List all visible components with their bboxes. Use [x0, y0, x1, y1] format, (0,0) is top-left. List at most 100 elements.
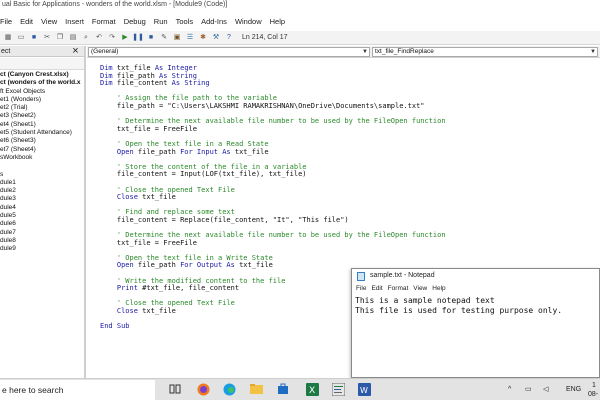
code-token: txt_file — [137, 193, 176, 202]
menu-add-ins[interactable]: Add-Ins — [198, 16, 232, 28]
menu-edit[interactable]: Edit — [17, 16, 38, 28]
chevron-up-icon[interactable]: ^ — [508, 384, 511, 396]
view-excel-icon[interactable]: ▦ — [3, 33, 13, 43]
tree-item[interactable]: dule4 — [0, 204, 84, 212]
notepad-text-area[interactable]: This is a sample notepad text This file i… — [355, 296, 599, 316]
code-line[interactable]: file_content = Replace(file_content, "It… — [100, 215, 446, 225]
notepad-line: This file is used for testing purpose on… — [355, 306, 563, 315]
tree-item[interactable]: s — [0, 171, 84, 179]
reset-icon[interactable]: ■ — [146, 33, 156, 43]
code-line[interactable]: file_path = "C:\Users\LAKSHMI RAMAKRISHN… — [100, 102, 446, 111]
menu-run[interactable]: Run — [151, 16, 173, 28]
menu-window[interactable]: Window — [232, 16, 267, 28]
vba-editor-icon[interactable] — [331, 382, 345, 397]
firefox-icon[interactable] — [196, 383, 210, 397]
find-icon[interactable]: ⌕ — [81, 33, 91, 43]
tree-item[interactable]: ft Excel Objects — [0, 88, 84, 96]
tree-item[interactable]: et2 (Trial) — [0, 104, 84, 112]
notepad-menu-format[interactable]: Format — [388, 284, 409, 294]
notepad-menu-view[interactable]: View — [413, 284, 427, 294]
code-token: file_content = Replace(file_content, "It… — [116, 215, 349, 224]
code-line[interactable]: txt_file = FreeFile — [100, 239, 446, 248]
taskbar-search-box[interactable]: e here to search — [0, 380, 155, 400]
toolbox-icon[interactable]: ⚒ — [211, 33, 221, 43]
chevron-down-icon: ▼ — [362, 49, 368, 55]
menu-insert[interactable]: Insert — [62, 16, 89, 28]
network-icon[interactable]: ▭ — [525, 384, 532, 396]
standard-toolbar: ▦ ▭ ■ ✂ ❐ ▤ ⌕ ↶ ↷ ▶ ❚❚ ■ ✎ ▣ ☰ ✱ ⚒ ? Ln … — [0, 31, 600, 45]
tree-item[interactable]: et5 (Student Attendance) — [0, 129, 84, 137]
undo-icon[interactable]: ↶ — [94, 33, 104, 43]
menu-view[interactable]: View — [38, 16, 62, 28]
insert-userform-icon[interactable]: ▭ — [16, 33, 26, 43]
window-title: ual Basic for Applications - wonders of … — [2, 1, 228, 8]
search-placeholder: e here to search — [2, 385, 64, 395]
volume-icon[interactable]: ◁ — [543, 384, 548, 396]
notepad-menu-file[interactable]: File — [356, 284, 366, 294]
code-line[interactable]: Open file_path For Input As txt_file — [100, 147, 446, 157]
menu-format[interactable]: Format — [89, 16, 121, 28]
tree-item[interactable]: et1 (Wonders) — [0, 96, 84, 104]
task-view-icon[interactable] — [168, 383, 182, 397]
tree-item[interactable]: et4 (Sheet1) — [0, 121, 84, 129]
tree-item[interactable]: et3 (Sheet2) — [0, 112, 84, 120]
properties-icon[interactable]: ☰ — [185, 33, 195, 43]
code-line[interactable]: Dim file_content As String — [100, 79, 446, 88]
tree-item[interactable]: dule9 — [0, 245, 84, 253]
tree-item[interactable]: sWorkbook — [0, 154, 84, 162]
code-line[interactable]: file_content = Input(LOF(txt_file), txt_… — [100, 171, 446, 179]
project-explorer-icon[interactable]: ▣ — [172, 33, 182, 43]
help-icon[interactable]: ? — [224, 33, 234, 43]
menu-help[interactable]: Help — [267, 16, 290, 28]
design-mode-icon[interactable]: ✎ — [159, 33, 169, 43]
tree-item[interactable]: dule6 — [0, 220, 84, 228]
notepad-menu-edit[interactable]: Edit — [371, 284, 382, 294]
redo-icon[interactable]: ↷ — [107, 33, 117, 43]
tree-item[interactable]: dule5 — [0, 212, 84, 220]
cursor-position: Ln 214, Col 17 — [242, 34, 288, 41]
tree-item[interactable]: dule8 — [0, 237, 84, 245]
copy-icon[interactable]: ❐ — [55, 33, 65, 43]
notepad-window[interactable]: sample.txt - Notepad File Edit Format View H… — [351, 268, 600, 378]
keyword-token: Open — [116, 147, 134, 156]
close-icon[interactable]: × — [70, 45, 81, 57]
code-token: file_content — [112, 79, 172, 88]
clock-date[interactable]: 08-0 — [588, 389, 600, 400]
keyword-token: Dim — [100, 79, 113, 88]
menu-file[interactable]: File — [0, 16, 17, 28]
language-indicator[interactable]: ENG — [566, 384, 581, 396]
break-icon[interactable]: ❚❚ — [132, 33, 144, 43]
code-line[interactable]: txt_file = FreeFile — [100, 125, 446, 134]
object-dropdown[interactable]: (General) ▼ — [88, 47, 370, 57]
edge-icon[interactable] — [222, 383, 236, 397]
tree-item[interactable]: ct (wonders of the world.x — [0, 79, 84, 87]
object-dropdown-value: (General) — [91, 48, 119, 55]
excel-icon[interactable]: X — [305, 383, 319, 397]
file-explorer-icon[interactable] — [249, 383, 263, 397]
tree-item[interactable]: dule7 — [0, 229, 84, 237]
tree-item[interactable]: dule1 — [0, 179, 84, 187]
code-token: txt_file — [137, 307, 176, 315]
save-icon[interactable]: ■ — [29, 33, 39, 43]
tree-item[interactable]: dule3 — [0, 195, 84, 203]
tree-item[interactable]: et6 (Sheet3) — [0, 137, 84, 145]
notepad-menu-help[interactable]: Help — [432, 284, 445, 294]
word-icon[interactable]: W — [357, 383, 371, 397]
splitter[interactable] — [84, 46, 86, 378]
procedure-dropdown[interactable]: txt_file_FindReplace ▼ — [372, 47, 598, 57]
tree-item[interactable]: et7 (Sheet4) — [0, 146, 84, 154]
tree-item[interactable] — [0, 162, 84, 170]
paste-icon[interactable]: ▤ — [68, 33, 78, 43]
menu-debug[interactable]: Debug — [121, 16, 151, 28]
menu-tools[interactable]: Tools — [173, 16, 199, 28]
cut-icon[interactable]: ✂ — [42, 33, 52, 43]
tree-item[interactable]: dule2 — [0, 187, 84, 195]
code-token: file_path — [133, 261, 181, 270]
object-browser-icon[interactable]: ✱ — [198, 33, 208, 43]
store-icon[interactable] — [276, 383, 290, 397]
tree-item[interactable]: ct (Canyon Crest.xlsx) — [0, 71, 84, 79]
keyword-token: For Input As — [180, 147, 231, 156]
code-line[interactable]: Close txt_file — [100, 193, 446, 202]
code-token: file_content = Input(LOF(txt_file), txt_… — [116, 170, 307, 179]
run-icon[interactable]: ▶ — [120, 33, 130, 43]
